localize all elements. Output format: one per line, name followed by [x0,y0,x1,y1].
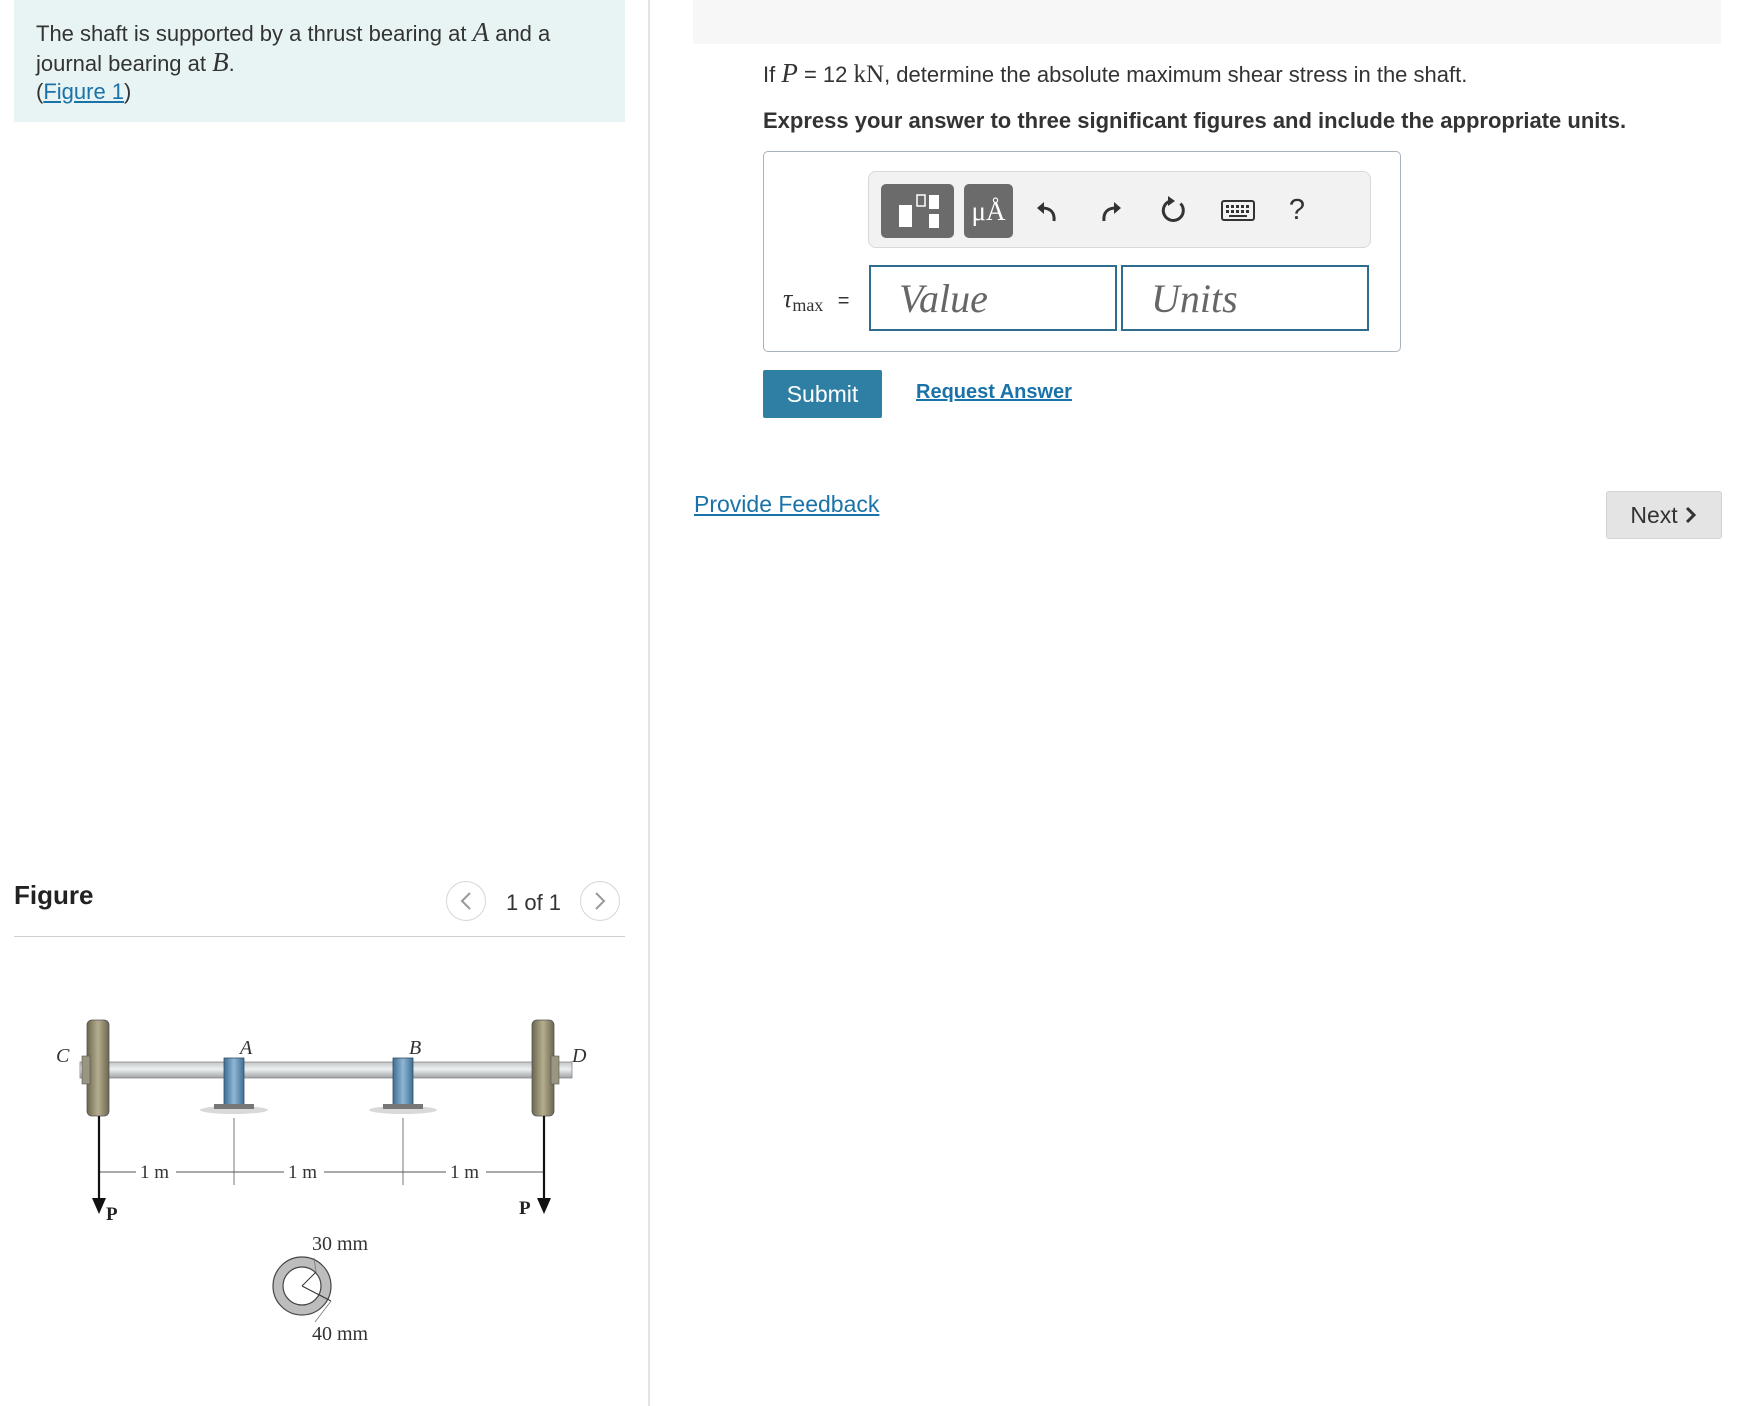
shaft [79,1061,573,1079]
problem-text: . [228,51,235,76]
tau-subscript: max [792,295,824,315]
problem-text: The shaft is supported by a thrust beari… [36,21,473,46]
unit-kn: kN [853,61,885,88]
chevron-right-icon [595,892,606,910]
question-rest: , determine the absolute maximum shear s… [884,62,1468,87]
equals-sign: = [837,290,850,312]
undo-icon [1037,202,1056,222]
figure-reference: (Figure 1) [36,78,603,106]
chevron-left-icon [460,892,471,910]
next-label: Next [1630,501,1678,528]
var-a: A [472,17,490,47]
var-p: P [781,58,798,88]
keyboard-button[interactable] [1216,186,1260,234]
paren: ) [124,79,132,104]
figure-link[interactable]: Figure 1 [43,79,124,104]
problem-line-1: The shaft is supported by a thrust beari… [36,18,603,48]
redo-icon [1102,202,1121,222]
label-inner-radius: 30 mm [312,1233,369,1255]
dim-label-1: 1 m [140,1162,169,1183]
label-p-left: P [106,1204,118,1225]
reset-button[interactable] [1154,186,1194,234]
reset-icon [1161,196,1185,222]
tau-symbol: τ [783,284,793,313]
var-b: B [212,47,229,77]
dim-label-3: 1 m [450,1162,479,1183]
tau-max-label: τmax = [783,284,849,316]
gear-d [531,1019,560,1117]
gear-c [81,1019,110,1117]
question-text: If P = 12 kN, determine the absolute max… [763,58,1467,89]
undo-button[interactable] [1027,186,1067,234]
figure-prev-button[interactable] [446,881,486,921]
label-a: A [238,1037,253,1059]
label-d: D [571,1045,587,1067]
panel-divider [648,0,650,1406]
units-label: μÅ [971,195,1006,226]
shaft-cross-section [272,1256,332,1323]
request-answer-link[interactable]: Request Answer [916,381,1072,404]
question-eq: = 12 [797,62,854,87]
value-input[interactable] [869,265,1117,331]
answer-instruction: Express your answer to three significant… [763,108,1627,133]
figure-next-button[interactable] [580,881,620,921]
submit-button[interactable]: Submit [763,370,882,418]
shaft-figure: C A B D P P 1 m 1 m 1 m 30 mm 40 mm [56,1019,587,1345]
figure-heading: Figure [14,880,94,910]
label-c: C [56,1045,70,1067]
problem-line-2: journal bearing at B. [36,48,603,78]
figure-pager-count: 1 of 1 [506,890,562,915]
problem-text: and a [489,21,551,46]
keyboard-icon [1221,200,1255,221]
top-band [693,0,1721,44]
help-label: ? [1288,193,1306,226]
math-toolbar: μÅ ? [868,171,1371,248]
dim-label-2: 1 m [288,1162,317,1183]
problem-text: journal bearing at [36,51,213,76]
label-outer-radius: 40 mm [312,1323,369,1345]
question-if: If [763,62,782,87]
provide-feedback-link[interactable]: Provide Feedback [694,491,879,518]
units-button[interactable]: μÅ [964,184,1013,238]
label-b: B [409,1037,421,1059]
templates-button[interactable] [881,184,954,238]
redo-button[interactable] [1091,186,1131,234]
figure-divider [14,936,625,937]
problem-statement: The shaft is supported by a thrust beari… [14,0,625,122]
units-input[interactable] [1121,265,1369,331]
chevron-right-icon [1685,506,1696,524]
help-button[interactable]: ? [1279,186,1315,234]
label-p-right: P [519,1198,531,1219]
next-button[interactable]: Next [1606,491,1722,539]
templates-icon [898,194,939,228]
